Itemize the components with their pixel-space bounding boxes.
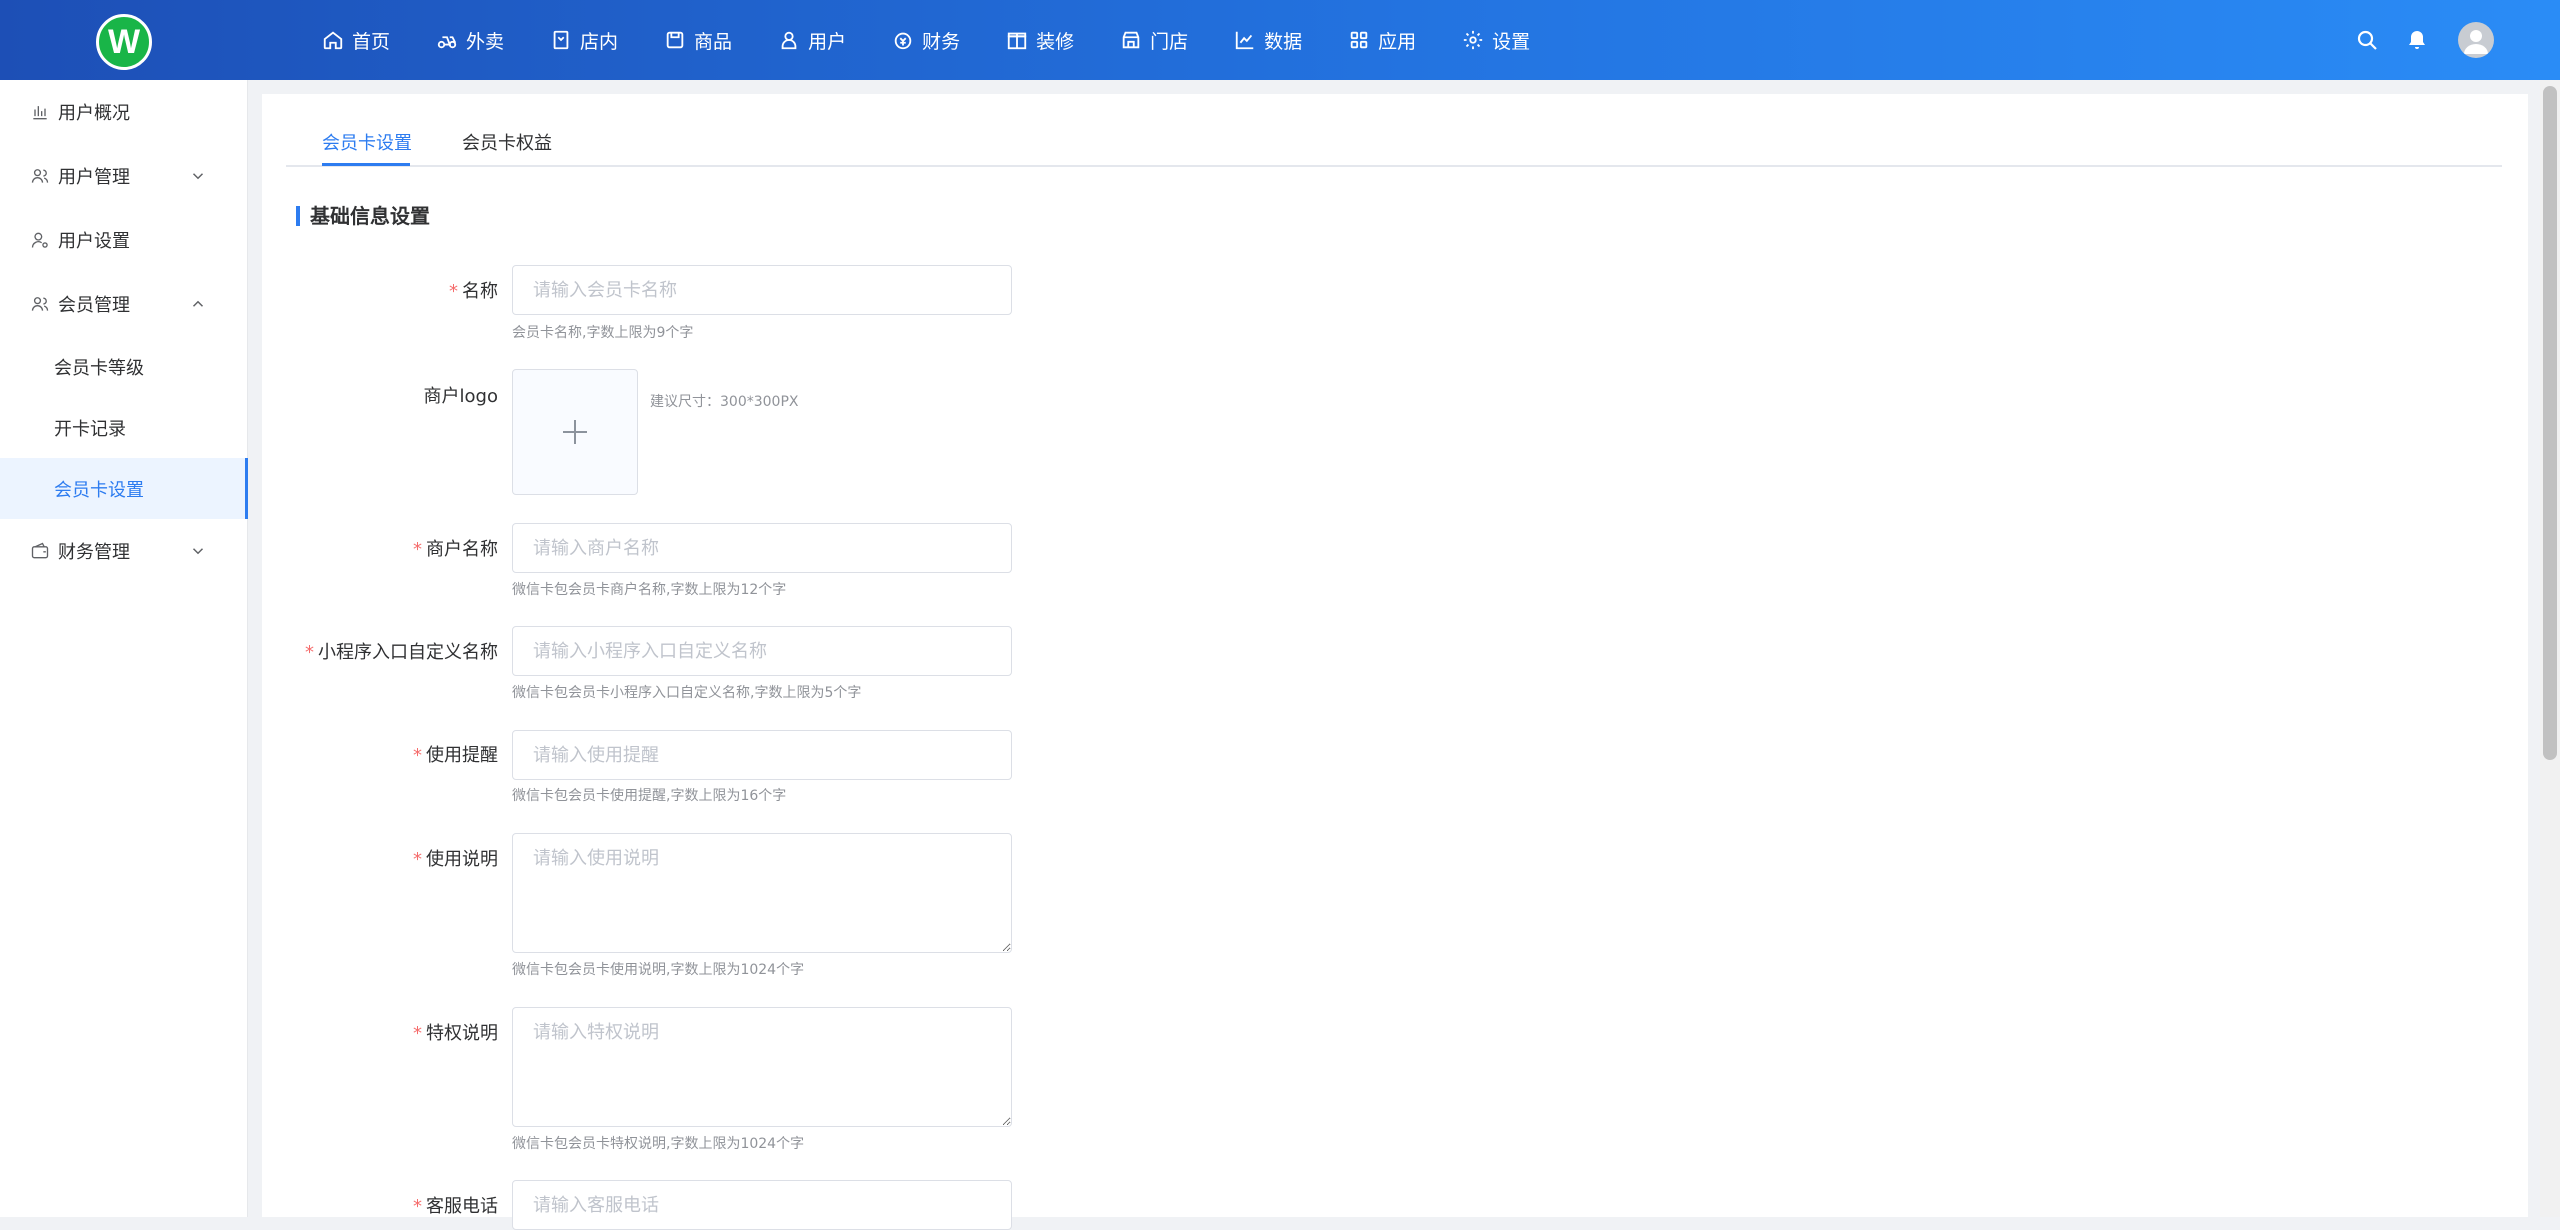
main-content: 会员卡设置 会员卡权益 基础信息设置 *名称 会员卡名称,字数上限为9个字 商户…	[262, 94, 2528, 1230]
decorate-icon	[1007, 32, 1027, 50]
home-icon	[323, 31, 343, 50]
usage-notice-input[interactable]	[512, 730, 1012, 780]
nav-label: 数据	[1264, 30, 1303, 53]
finance-icon	[894, 32, 912, 50]
field-label: * 客服电话	[413, 1196, 498, 1217]
form-row-name: * 名称	[262, 277, 498, 307]
nav-label: 门店	[1150, 30, 1189, 53]
chart-icon	[1235, 31, 1254, 50]
entry-name-hint: 微信卡包会员卡小程序入口自定义名称,字数上限为5个字	[512, 685, 862, 701]
nav-item-data[interactable]: 数据	[1234, 0, 1302, 80]
sidebar-item-user-overview[interactable]: 用户概况	[0, 80, 247, 144]
form-row-phone: * 客服电话	[262, 1192, 498, 1222]
sidebar-subitem-label: 会员卡设置	[54, 479, 144, 501]
usage-notice-hint: 微信卡包会员卡使用提醒,字数上限为16个字	[512, 788, 787, 804]
user-gear-icon	[31, 232, 48, 248]
search-button[interactable]	[2354, 27, 2380, 53]
sidebar-item-user-settings[interactable]: 用户设置	[0, 208, 247, 272]
nav-item-goods[interactable]: 商品	[664, 0, 732, 80]
required-mark: *	[449, 281, 458, 302]
form-row-logo: 商户logo	[262, 382, 498, 412]
users-icon	[31, 169, 49, 183]
avatar-person-icon	[2464, 30, 2488, 54]
brand-logo[interactable]: W	[96, 14, 152, 70]
notification-button[interactable]	[2404, 27, 2430, 53]
sidebar-item-label: 用户设置	[58, 231, 130, 252]
sidebar-subitem-label: 会员卡等级	[54, 357, 144, 379]
nav-item-dine-in[interactable]: 店内	[550, 0, 618, 80]
nav-item-decorate[interactable]: 装修	[1006, 0, 1074, 80]
usage-description-textarea[interactable]	[512, 833, 1012, 953]
nav-label: 装修	[1036, 30, 1075, 53]
main-nav: 首页 外卖 店内 商品 用户 财务 装修 门店 数据 应用 设置	[322, 0, 1576, 80]
form-row-notice: * 使用提醒	[262, 741, 498, 771]
bar-chart-icon	[33, 106, 47, 120]
merchant-name-input[interactable]	[512, 523, 1012, 573]
basic-info-form: *名称 会员卡名称,字数上限为9个字 商户logo 建议尺寸：300*300PX…	[262, 94, 2528, 1230]
sidebar-subitem-label: 开卡记录	[54, 418, 126, 440]
gear-icon	[1463, 30, 1483, 50]
field-label: * 商户名称	[413, 539, 498, 560]
field-label: * 特权说明	[413, 1023, 498, 1044]
goods-icon	[666, 31, 684, 49]
brand-logo-letter: W	[107, 23, 141, 61]
search-icon	[2357, 30, 2377, 50]
field-label: 商户logo	[423, 386, 498, 407]
sidebar-item-label: 用户概况	[58, 103, 130, 124]
logo-upload-button[interactable]	[512, 369, 638, 495]
card-name-hint: 会员卡名称,字数上限为9个字	[512, 325, 694, 341]
chevron-down-icon	[192, 173, 204, 180]
nav-label: 商品	[694, 30, 733, 53]
top-right-tools	[2330, 0, 2494, 80]
logo-size-tip: 建议尺寸：300*300PX	[650, 394, 799, 410]
bell-icon	[2409, 31, 2425, 49]
form-row-privilege: * 特权说明	[262, 1019, 498, 1049]
service-phone-input[interactable]	[512, 1180, 1012, 1230]
nav-item-finance[interactable]: 财务	[892, 0, 960, 80]
entry-name-input[interactable]	[512, 626, 1012, 676]
merchant-name-hint: 微信卡包会员卡商户名称,字数上限为12个字	[512, 582, 787, 598]
field-label: * 小程序入口自定义名称	[305, 642, 498, 663]
card-name-input[interactable]	[512, 265, 1012, 315]
sidebar-subitem-card-settings[interactable]: 会员卡设置	[0, 458, 248, 519]
nav-label: 用户	[808, 30, 847, 53]
nav-label: 应用	[1378, 30, 1417, 53]
top-navigation-bar: W 首页 外卖 店内 商品 用户 财务 装修 门店 数据 应用 设置	[0, 0, 2560, 80]
nav-item-takeout[interactable]: 外卖	[436, 0, 504, 80]
nav-label: 设置	[1492, 30, 1531, 53]
nav-item-apps[interactable]: 应用	[1348, 0, 1416, 80]
usage-description-hint: 微信卡包会员卡使用说明,字数上限为1024个字	[512, 962, 805, 978]
field-label: * 使用说明	[413, 849, 498, 870]
scrollbar-thumb[interactable]	[2543, 86, 2557, 760]
user-icon	[781, 31, 797, 50]
store-icon	[1122, 31, 1140, 49]
field-label: * 名称	[449, 281, 498, 302]
user-avatar[interactable]	[2458, 22, 2494, 58]
dine-in-icon	[553, 30, 569, 50]
plus-icon	[563, 420, 587, 444]
form-row-entry-name: * 小程序入口自定义名称	[262, 638, 498, 668]
page-scrollbar[interactable]	[2540, 80, 2560, 1217]
nav-item-user[interactable]: 用户	[778, 0, 846, 80]
form-row-merchant: * 商户名称	[262, 535, 498, 565]
nav-item-settings[interactable]: 设置	[1462, 0, 1530, 80]
nav-label: 财务	[922, 30, 961, 53]
field-label: * 使用提醒	[413, 745, 498, 766]
nav-label: 外卖	[466, 30, 505, 53]
users-icon	[31, 297, 49, 311]
privilege-description-textarea[interactable]	[512, 1007, 1012, 1127]
nav-label: 店内	[580, 30, 619, 53]
nav-item-store[interactable]: 门店	[1120, 0, 1188, 80]
takeout-icon	[437, 36, 457, 49]
sidebar-item-label: 用户管理	[58, 167, 130, 188]
sidebar-item-user-management[interactable]: 用户管理	[0, 144, 247, 208]
nav-label: 首页	[352, 30, 391, 53]
privilege-description-hint: 微信卡包会员卡特权说明,字数上限为1024个字	[512, 1136, 805, 1152]
apps-icon	[1350, 31, 1368, 49]
nav-item-home[interactable]: 首页	[322, 0, 390, 80]
wallet-icon	[31, 542, 49, 559]
form-row-usage: * 使用说明	[262, 845, 498, 875]
